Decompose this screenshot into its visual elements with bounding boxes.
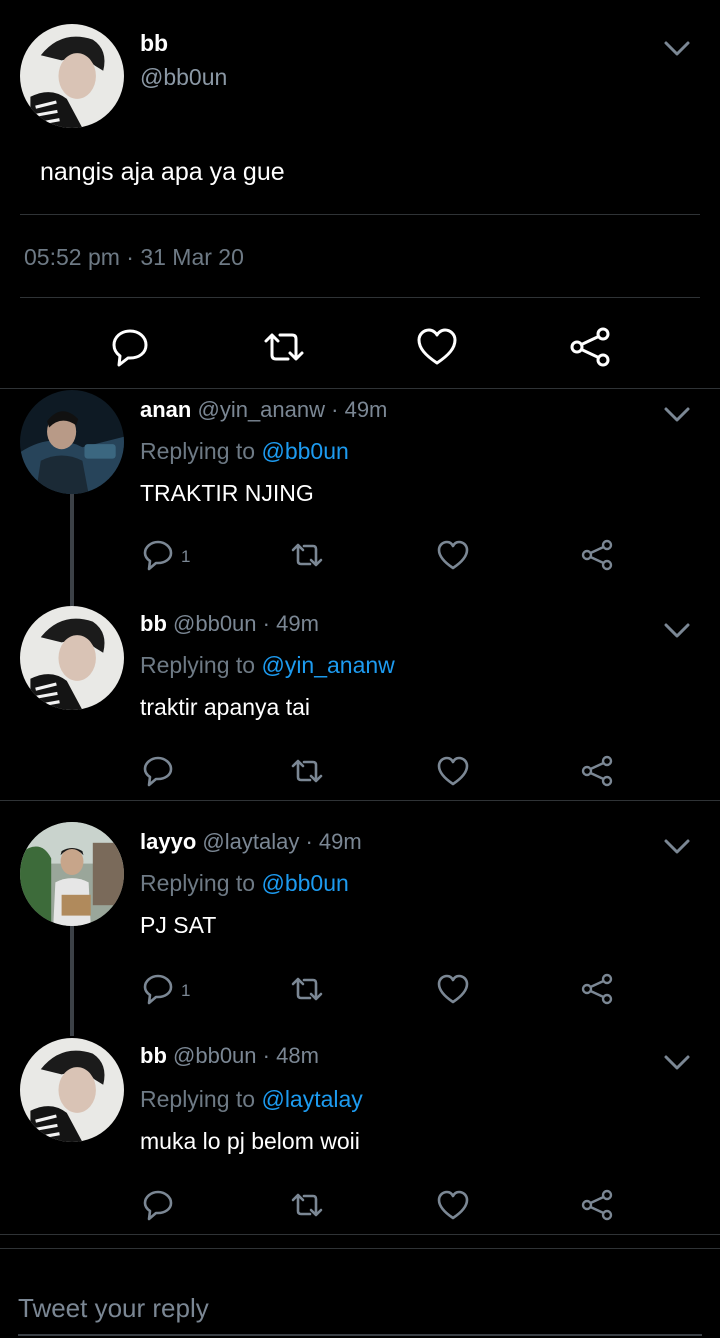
retweet-icon[interactable] [290,972,324,1006]
mention-link[interactable]: @bb0un [261,438,348,464]
author-handle[interactable]: @bb0un [173,611,257,636]
replying-to-label: Replying to [140,1086,256,1112]
share-icon[interactable] [568,325,612,369]
input-underline [18,1334,702,1336]
avatar[interactable] [20,24,124,128]
reply-icon[interactable] [108,325,152,369]
replying-to-label: Replying to [140,438,256,464]
reply-time: · 49m [305,829,362,854]
author-name[interactable]: anan [140,397,191,422]
reply-tweet: layyo @laytalay · 49m Replying to @bb0un… [0,820,720,1034]
reply-count: 1 [181,547,191,566]
author-handle[interactable]: @yin_ananw [197,397,325,422]
tweet-text: nangis aja apa ya gue [40,158,285,186]
reply-compose-bar: Tweet your reply [0,1248,720,1338]
reply-time: · 48m [262,1043,319,1068]
share-icon[interactable] [580,538,614,572]
chevron-down-icon[interactable] [663,838,691,856]
share-icon[interactable] [580,754,614,788]
author-handle[interactable]: @bb0un [173,1043,257,1068]
like-icon[interactable] [436,1188,470,1222]
like-icon[interactable] [436,754,470,788]
mention-link[interactable]: @bb0un [261,870,348,896]
chevron-down-icon[interactable] [663,406,691,424]
replying-to: Replying to @bb0un [140,438,349,465]
divider [20,214,700,215]
chevron-down-icon[interactable] [663,40,691,58]
author-handle[interactable]: @laytalay [202,829,299,854]
reply-tweet: anan @yin_ananw · 49m Replying to @bb0un… [0,388,720,602]
reply-icon[interactable] [141,1188,175,1222]
chevron-down-icon[interactable] [663,622,691,640]
reply-input[interactable]: Tweet your reply [18,1293,209,1324]
author-name[interactable]: bb [140,30,168,57]
replying-to: Replying to @yin_ananw [140,652,395,679]
avatar[interactable] [20,822,124,926]
reply-text: muka lo pj belom woii [140,1128,360,1154]
like-icon[interactable] [436,972,470,1006]
replying-to: Replying to @laytalay [140,1086,363,1113]
like-icon[interactable] [436,538,470,572]
reply-text: PJ SAT [140,912,217,938]
mention-link[interactable]: @yin_ananw [261,652,394,678]
reply-text: TRAKTIR NJING [140,480,314,506]
retweet-icon[interactable] [290,754,324,788]
author-name[interactable]: bb [140,611,167,636]
like-icon[interactable] [415,325,459,369]
reply-count: 1 [181,981,191,1000]
author-name[interactable]: layyo [140,829,196,854]
author-name[interactable]: bb [140,1043,167,1068]
replying-to-label: Replying to [140,652,256,678]
share-icon[interactable] [580,1188,614,1222]
replying-to: Replying to @bb0un [140,870,349,897]
avatar[interactable] [20,606,124,710]
mention-link[interactable]: @laytalay [261,1086,362,1112]
retweet-icon[interactable] [290,538,324,572]
author-handle[interactable]: @bb0un [140,64,227,91]
reply-text: traktir apanya tai [140,694,311,720]
reply-time: · 49m [262,611,319,636]
retweet-icon[interactable] [290,1188,324,1222]
share-icon[interactable] [580,972,614,1006]
retweet-icon[interactable] [262,325,306,369]
reply-icon[interactable] [141,972,175,1006]
divider [20,297,700,298]
avatar[interactable] [20,1038,124,1142]
reply-tweet: bb @bb0un · 49m Replying to @yin_ananw t… [0,602,720,801]
main-tweet: bb @bb0un nangis aja apa ya gue 05:52 pm… [0,0,720,389]
chevron-down-icon[interactable] [663,1054,691,1072]
reply-tweet: bb @bb0un · 48m Replying to @laytalay mu… [0,1034,720,1235]
avatar[interactable] [20,390,124,494]
reply-time: · 49m [331,397,388,422]
reply-icon[interactable] [141,754,175,788]
tweet-timestamp[interactable]: 05:52 pm · 31 Mar 20 [24,244,244,271]
replying-to-label: Replying to [140,870,256,896]
reply-icon[interactable] [141,538,175,572]
